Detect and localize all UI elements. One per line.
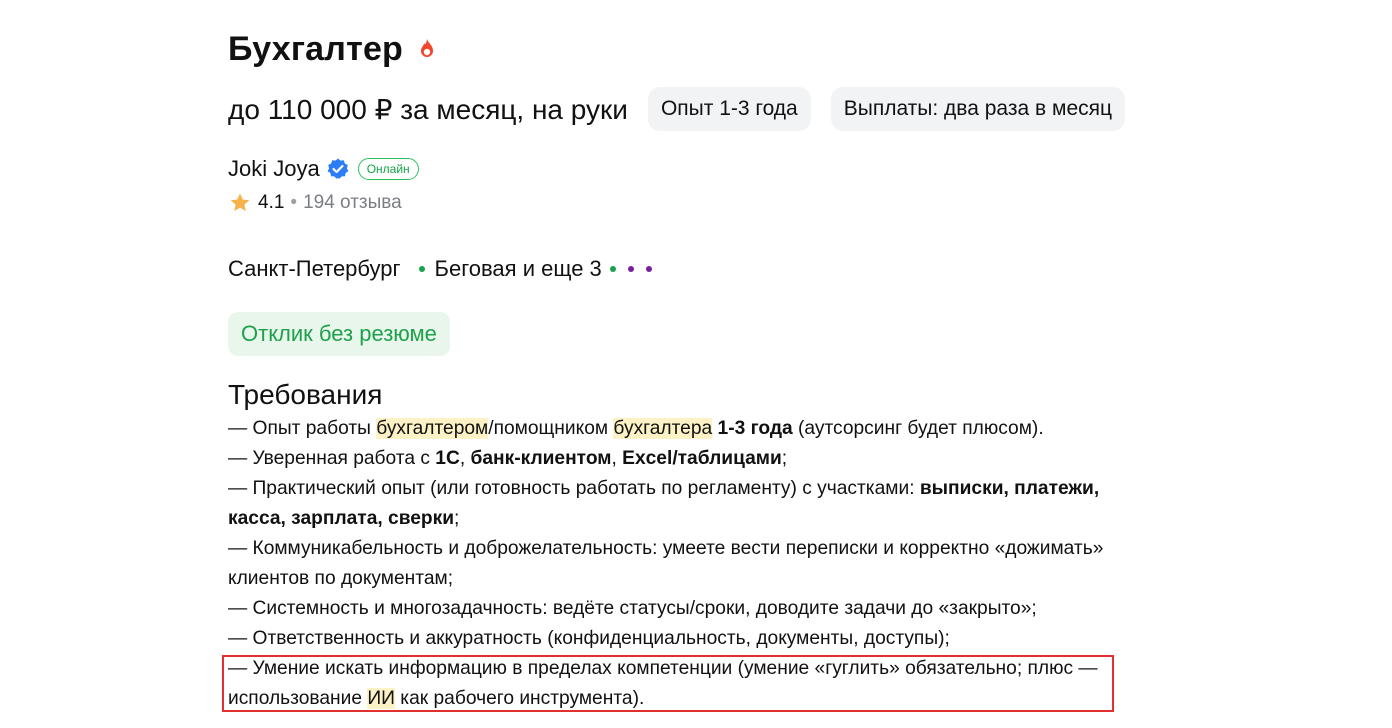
requirement-text: , [611, 448, 623, 469]
rating-value: 4.1 [258, 192, 285, 213]
requirement-item: — Уверенная работа с 1С, банк-клиентом, … [228, 444, 1128, 474]
requirement-text: — Уверенная работа с [228, 448, 436, 469]
bold-term: Excel/таблицами [622, 448, 782, 469]
bold-term: банк-клиентом [470, 448, 612, 469]
vacancy-title: Бухгалтер [228, 29, 404, 68]
star-icon [228, 191, 252, 215]
online-status-badge: Онлайн [357, 158, 419, 180]
fire-icon [415, 37, 439, 61]
location-row: Санкт-Петербург Беговая и еще 3 [228, 254, 1228, 284]
requirement-item: — Опыт работы бухгалтером/помощником бух… [228, 414, 1128, 444]
salary-row: до 110 000 ₽ за месяц, на руки Опыт 1-3 … [228, 86, 1228, 132]
highlight-callout-box [222, 655, 1114, 712]
highlighted-term: бухгалтером [376, 418, 489, 439]
requirement-item: — Системность и многозадачность: ведёте … [228, 594, 1128, 624]
requirement-text: ; [781, 448, 788, 469]
metro-dot-icon [609, 266, 616, 272]
metro-dot-icon [645, 266, 652, 272]
metro-dot-icon [418, 266, 425, 272]
requirement-text: — Системность и многозадачность: ведёте … [228, 598, 1037, 619]
title-row: Бухгалтер [228, 26, 1228, 72]
reviews-count-link[interactable]: 194 отзыва [303, 192, 402, 214]
requirement-text: /помощником [488, 418, 614, 439]
requirement-item: — Ответственность и аккуратность (конфид… [228, 624, 1128, 654]
rating-row: 4.1 • 194 отзыва [228, 190, 1228, 216]
apply-without-resume-button[interactable]: Отклик без резюме [228, 312, 450, 356]
requirement-text: — Ответственность и аккуратность (конфид… [228, 628, 950, 649]
experience-chip: Опыт 1-3 года [647, 87, 811, 131]
requirement-item: — Коммуникабельность и доброжелательност… [228, 534, 1128, 594]
salary: до 110 000 ₽ за месяц, на руки [228, 93, 628, 125]
bold-term: 1С [435, 448, 460, 469]
highlighted-term: бухгалтера [613, 418, 713, 439]
metro-stations[interactable]: Беговая и еще 3 [435, 256, 602, 282]
requirement-item: — Практический опыт (или готовность рабо… [228, 474, 1128, 534]
vacancy-card: Бухгалтер до 110 000 ₽ за месяц, на руки… [228, 26, 1228, 714]
employer-name[interactable]: Joki Joya [228, 156, 320, 182]
metro-dot-icon [627, 266, 634, 272]
payments-chip: Выплаты: два раза в месяц [830, 87, 1126, 131]
city: Санкт-Петербург [228, 256, 401, 281]
requirement-text: , [459, 448, 471, 469]
requirement-text: ; [454, 508, 460, 529]
requirements-heading: Требования [228, 379, 383, 410]
employer-row: Joki Joya Онлайн [228, 154, 1228, 184]
requirement-text: — Коммуникабельность и доброжелательност… [228, 538, 1104, 589]
bold-term: 1-3 года [717, 418, 793, 439]
requirement-text: (аутсорсинг будет плюсом). [792, 418, 1044, 439]
requirement-text: — Практический опыт (или готовность рабо… [228, 478, 920, 499]
requirement-text: — Опыт работы [228, 418, 377, 439]
separator-dot: • [290, 192, 298, 213]
verified-check-icon [326, 157, 350, 181]
